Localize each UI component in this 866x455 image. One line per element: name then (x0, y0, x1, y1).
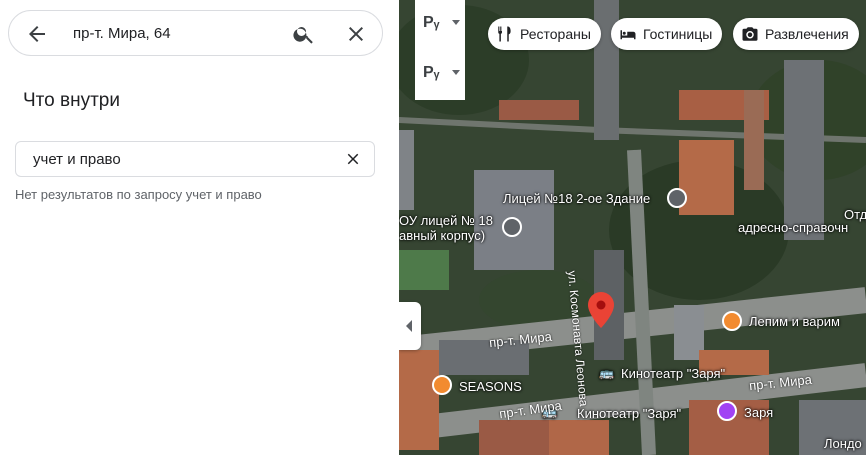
layer-button-2[interactable]: Pᵧ (415, 50, 465, 100)
chip-label: Рестораны (520, 26, 591, 42)
search-box[interactable]: пр-т. Мира, 64 (8, 10, 383, 56)
inside-search-field[interactable]: учет и право (15, 141, 375, 177)
camera-icon (742, 27, 758, 41)
chip-label: Гостиницы (643, 26, 713, 42)
chevron-down-icon[interactable] (452, 20, 460, 25)
collapse-panel-button[interactable] (399, 302, 421, 350)
map-view[interactable]: Pᵧ Pᵧ Рестораны Гостиницы Развлечения Ли… (399, 0, 866, 455)
layer-button-1[interactable]: Pᵧ (415, 0, 465, 50)
location-pin-icon[interactable] (588, 292, 614, 328)
chip-restaurants[interactable]: Рестораны (488, 18, 601, 50)
map-label-seasons[interactable]: SEASONS (459, 379, 522, 394)
search-input[interactable]: пр-т. Мира, 64 (73, 25, 171, 42)
layer-symbol: Pᵧ (423, 14, 440, 31)
bed-icon (620, 30, 636, 40)
layer-symbol: Pᵧ (423, 64, 440, 81)
back-arrow-icon[interactable] (25, 22, 49, 46)
chip-label: Развлечения (765, 26, 849, 42)
map-label-zarya[interactable]: Заря (744, 405, 773, 420)
map-label-licey2[interactable]: Лицей №18 2-ое Здание (503, 191, 650, 206)
no-results-text: Нет результатов по запросу учет и право (15, 187, 262, 202)
chip-entertainment[interactable]: Развлечения (733, 18, 859, 50)
map-label-london[interactable]: Лондо (824, 436, 862, 451)
school-icon[interactable] (667, 188, 687, 208)
restaurant-icon[interactable] (722, 311, 742, 331)
side-panel: пр-т. Мира, 64 Что внутри учет и право Н… (0, 0, 399, 455)
whats-inside-title: Что внутри (23, 90, 120, 111)
chevron-left-icon (406, 320, 412, 332)
search-icon[interactable] (292, 22, 316, 46)
map-label-kino1[interactable]: Кинотеатр "Заря" (621, 366, 725, 381)
cinema-icon[interactable] (717, 401, 737, 421)
close-icon[interactable] (344, 22, 368, 46)
chip-hotels[interactable]: Гостиницы (611, 18, 723, 50)
map-label-licey-main-2[interactable]: авный корпус) (399, 228, 485, 243)
map-label-licey-main[interactable]: ОУ лицей № 18 (399, 213, 493, 228)
bus-stop-icon[interactable]: 🚌 (599, 366, 614, 380)
map-label-kino2[interactable]: Кинотеатр "Заря" (577, 406, 681, 421)
map-label-adresno[interactable]: адресно-справочн (738, 220, 848, 235)
school-icon[interactable] (502, 217, 522, 237)
restaurant-icon[interactable] (432, 375, 452, 395)
clear-filter-icon[interactable] (344, 150, 362, 168)
inside-search-value[interactable]: учет и право (33, 151, 121, 168)
fork-knife-icon (498, 26, 511, 42)
chevron-down-icon[interactable] (452, 70, 460, 75)
map-label-lepim[interactable]: Лепим и варим (749, 314, 840, 329)
